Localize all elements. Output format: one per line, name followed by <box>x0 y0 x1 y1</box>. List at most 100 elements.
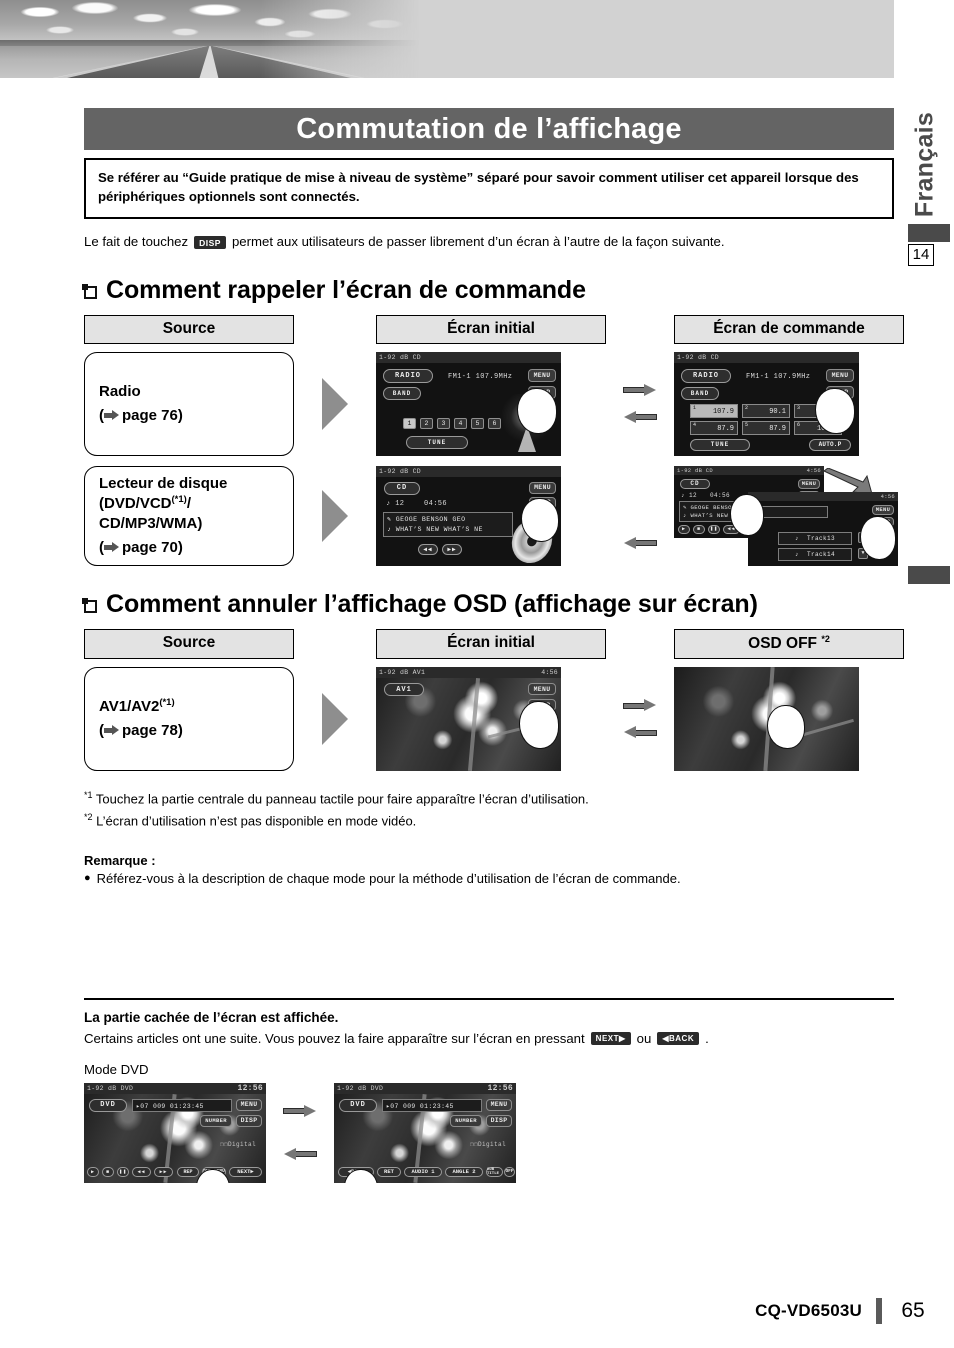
status-bar-right: 4:56 <box>541 669 558 677</box>
menu-button[interactable]: MENU <box>872 504 894 515</box>
band-button[interactable]: BAND <box>383 386 421 400</box>
flow-arrow-av-1 <box>294 667 376 771</box>
preset-slot-5[interactable]: 5 87.9 <box>742 420 790 435</box>
prev-track-button[interactable]: ◀◀ <box>418 543 438 555</box>
track-list-item-2[interactable]: ♪ Track14 <box>778 547 852 561</box>
source-box-av: AV1/AV2(*1) (page 78) <box>84 667 294 772</box>
flow-arrows-radio-2 <box>606 352 674 456</box>
number-button[interactable]: NUMBER <box>450 1114 482 1127</box>
preset-4-button[interactable]: 4 <box>454 417 467 429</box>
source-box-disc: Lecteur de disque (DVD/VCD(*1)/ CD/MP3/W… <box>84 465 294 566</box>
menu-button[interactable]: MENU <box>236 1098 262 1111</box>
play-button[interactable]: ▶ <box>87 1166 99 1177</box>
square-bullet-icon <box>82 283 97 299</box>
menu-button[interactable]: MENU <box>486 1098 512 1111</box>
right-side-rail: Français 14 <box>894 0 954 1348</box>
remark-bullet-row: ● Référez-vous à la description de chaqu… <box>84 871 894 886</box>
return-button[interactable]: RET <box>377 1166 401 1177</box>
page-ref-arrow-icon <box>104 541 119 553</box>
preset-5-button[interactable]: 5 <box>471 417 484 429</box>
section2-heading-text: Comment annuler l’affichage OSD (afficha… <box>106 589 758 618</box>
dolby-digital-badge: ❐❐Digital <box>219 1140 256 1148</box>
bottom-text-before: Certains articles ont une suite. Vous po… <box>84 1030 585 1046</box>
number-button[interactable]: NUMBER <box>200 1114 232 1127</box>
hand-pointer-icon <box>860 515 896 560</box>
status-bar-left: 1-92 dB CD <box>379 353 422 361</box>
chapter-number-badge: 14 <box>908 244 934 266</box>
branch-shape <box>468 678 481 772</box>
status-bar-left: 1-92 dB CD <box>677 353 720 361</box>
hand-pointer-icon <box>815 387 855 434</box>
menu-button[interactable]: MENU <box>826 368 854 382</box>
av-title: AV1/AV2 <box>99 698 160 716</box>
screen-status-bar: 1-92 dB DVD 12:56 <box>84 1082 266 1094</box>
bottom-text-after: . <box>705 1030 709 1046</box>
pause-button[interactable]: ❚❚ <box>117 1166 129 1177</box>
status-bar-left: 1-92 dB CD <box>379 467 422 475</box>
status-bar-left: 1-92 dB DVD <box>87 1084 134 1092</box>
autop-button[interactable]: AUTO.P <box>809 438 851 451</box>
preset-2-button[interactable]: 2 <box>420 417 433 429</box>
pause-button[interactable]: ❚❚ <box>708 524 720 534</box>
preset-slot-4[interactable]: 4 87.9 <box>690 420 738 435</box>
disp-button[interactable]: DISP <box>236 1114 262 1127</box>
audio-button[interactable]: AUDIO 1 <box>404 1166 442 1177</box>
rail-tab-marker-bottom <box>908 566 950 584</box>
screen-dvd-page1: 1-92 dB DVD 12:56 DVD ▸07 009 01:23:45 M… <box>84 1082 266 1183</box>
preset-slot-1[interactable]: 1 107.9 <box>690 403 738 418</box>
source-page-radio: (page 76) <box>99 406 279 426</box>
menu-button[interactable]: MENU <box>798 478 820 489</box>
status-bar-right: 4:56 <box>806 466 821 474</box>
source-page-av: (page 78) <box>99 721 279 741</box>
prev-chapter-button[interactable]: ◀◀ <box>132 1166 151 1177</box>
page-content: Commutation de l’affichage Se référer au… <box>82 0 904 1183</box>
subtitle-off-button[interactable]: OFF <box>504 1166 515 1177</box>
play-button[interactable]: ▶ <box>678 524 690 534</box>
next-track-button[interactable]: ▶▶ <box>442 543 462 555</box>
footnote-1-marker: *1 <box>84 790 93 801</box>
tune-control[interactable]: TUNE <box>690 438 750 451</box>
tune-control[interactable]: TUNE <box>406 435 468 449</box>
next-page-button[interactable]: NEXT▶ <box>229 1166 262 1177</box>
preset-6-button[interactable]: 6 <box>488 417 501 429</box>
menu-button[interactable]: MENU <box>528 683 556 696</box>
next-chapter-button[interactable]: ▶▶ <box>154 1166 173 1177</box>
source-title-disc-line1: Lecteur de disque <box>99 475 228 493</box>
dolby-digital-badge: ❐❐Digital <box>469 1140 506 1148</box>
subtitle-button[interactable]: SUB TITLE <box>486 1166 503 1177</box>
source-title-disc-line3: CD/MP3/WMA) <box>99 514 203 532</box>
hand-pointer-icon <box>521 497 559 542</box>
square-bullet-icon <box>82 597 97 613</box>
preset-slot-1-value: 107.9 <box>712 407 734 416</box>
repeat-button[interactable]: REP <box>177 1166 199 1177</box>
arrow-left-icon <box>283 1147 317 1161</box>
menu-button[interactable]: MENU <box>529 481 556 494</box>
disp-button[interactable]: DISP <box>486 1114 512 1127</box>
track-list-item-1[interactable]: ♪ Track13 <box>778 531 852 545</box>
stop-button[interactable]: ■ <box>102 1166 114 1177</box>
cd-track-number: ♪ 12 <box>386 499 405 508</box>
arrow-left-icon <box>623 726 657 739</box>
preset-3-button[interactable]: 3 <box>437 417 450 429</box>
preset-slot-4-number: 4 <box>693 421 697 428</box>
screen-cd-track-list: 4:56 MENU DISP ♪ Track13 ♪ Track14 ▲ ▼ <box>748 491 898 566</box>
arrow-left-icon <box>623 536 657 550</box>
preset-slot-4-value: 87.9 <box>717 424 734 433</box>
stop-button[interactable]: ■ <box>693 524 705 534</box>
preset-slot-2[interactable]: 2 90.1 <box>742 403 790 418</box>
page-title: Commutation de l’affichage <box>84 108 894 150</box>
footnote-2-marker: *2 <box>84 811 93 822</box>
column-header-initial-screen: Écran initial <box>376 314 606 344</box>
remark-bullet-text: Référez-vous à la description de chaque … <box>96 870 681 886</box>
arrow-right-icon <box>283 1104 317 1118</box>
menu-button[interactable]: MENU <box>528 368 556 382</box>
flow-arrow-radio-1 <box>294 352 376 456</box>
angle-button[interactable]: ANGLE 2 <box>445 1166 483 1177</box>
page-number: 65 <box>901 1299 925 1322</box>
preset-1-button[interactable]: 1 <box>403 417 416 429</box>
dvd-mode-badge: DVD <box>89 1098 127 1112</box>
screen-status-bar: 1-92 dB CD <box>376 351 561 363</box>
hand-pointer-icon <box>766 705 805 750</box>
band-button[interactable]: BAND <box>681 386 719 400</box>
column-header-source: Source <box>84 628 294 660</box>
